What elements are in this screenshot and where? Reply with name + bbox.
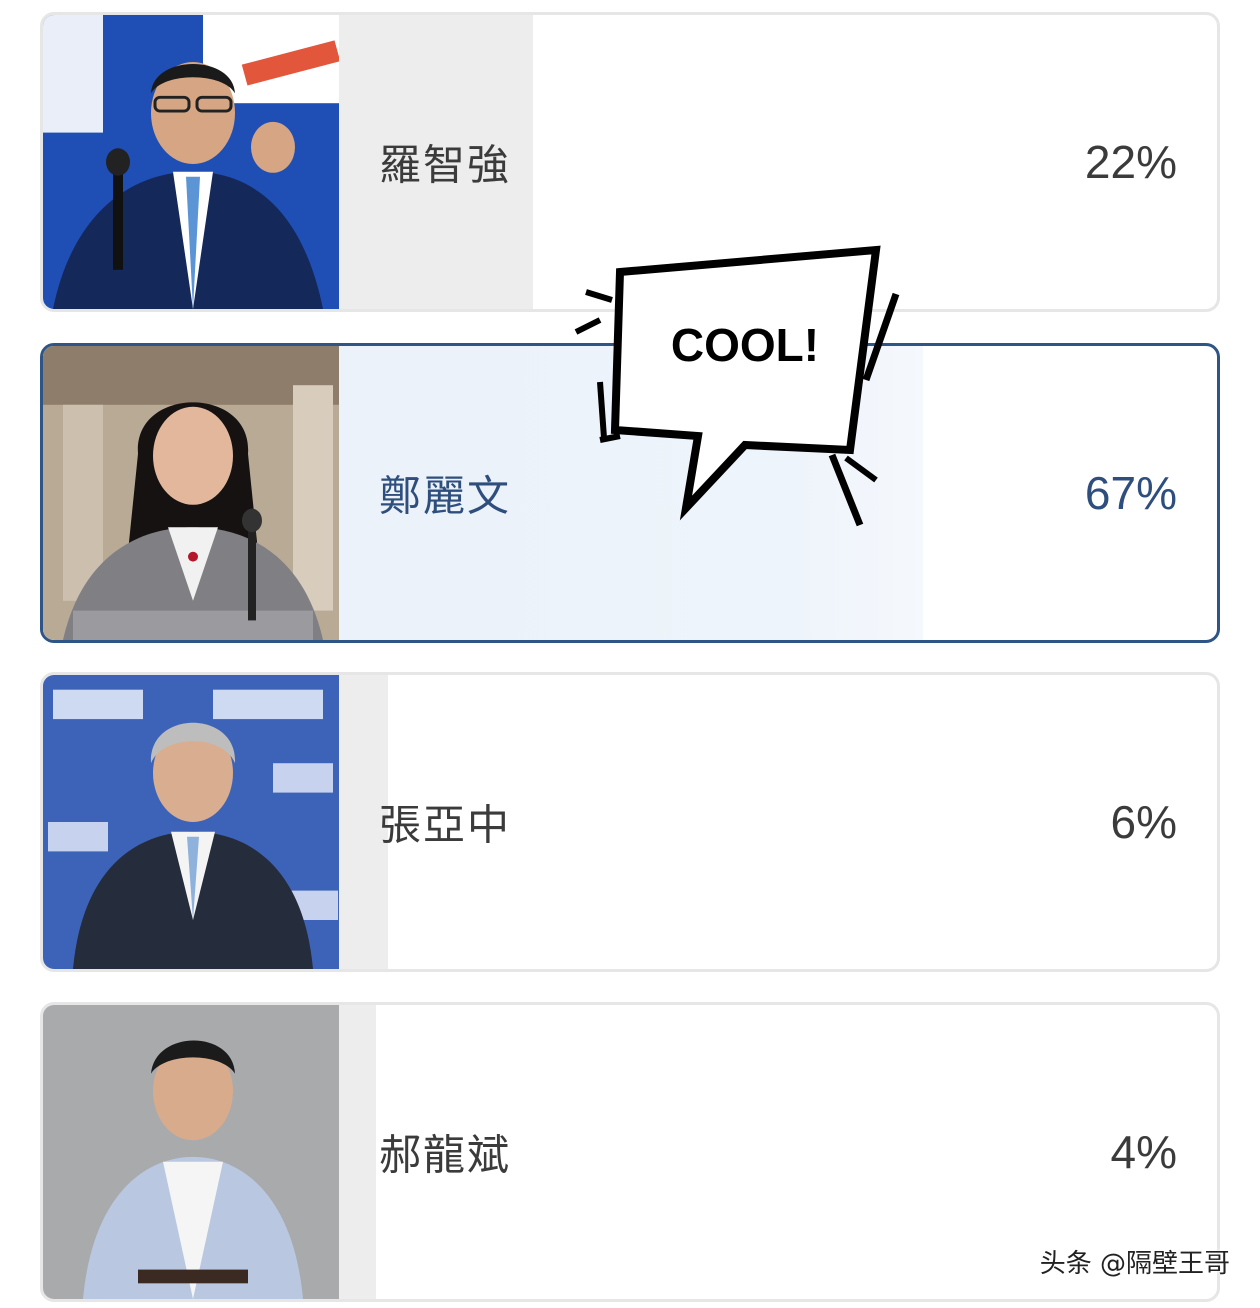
watermark: 头条 @隔壁王哥 (1039, 1249, 1230, 1279)
candidate-name: 張亞中 (379, 800, 512, 850)
candidate-photo (43, 675, 339, 969)
vote-percent: 22% (1084, 136, 1177, 188)
poll-option-1[interactable]: 羅智強 22% (40, 12, 1220, 312)
candidate-photo (43, 1005, 339, 1299)
vote-percent: 6% (1110, 796, 1177, 848)
candidate-name: 郝龍斌 (379, 1130, 512, 1180)
poll-option-2[interactable]: 鄭麗文 67% (40, 343, 1220, 643)
poll-option-3[interactable]: 張亞中 6% (40, 672, 1220, 972)
candidate-photo (43, 346, 339, 640)
candidate-name: 羅智強 (379, 140, 512, 190)
vote-percent: 67% (1084, 467, 1177, 519)
vote-percent: 4% (1110, 1126, 1177, 1178)
candidate-name: 鄭麗文 (379, 471, 512, 521)
candidate-photo (43, 15, 339, 309)
